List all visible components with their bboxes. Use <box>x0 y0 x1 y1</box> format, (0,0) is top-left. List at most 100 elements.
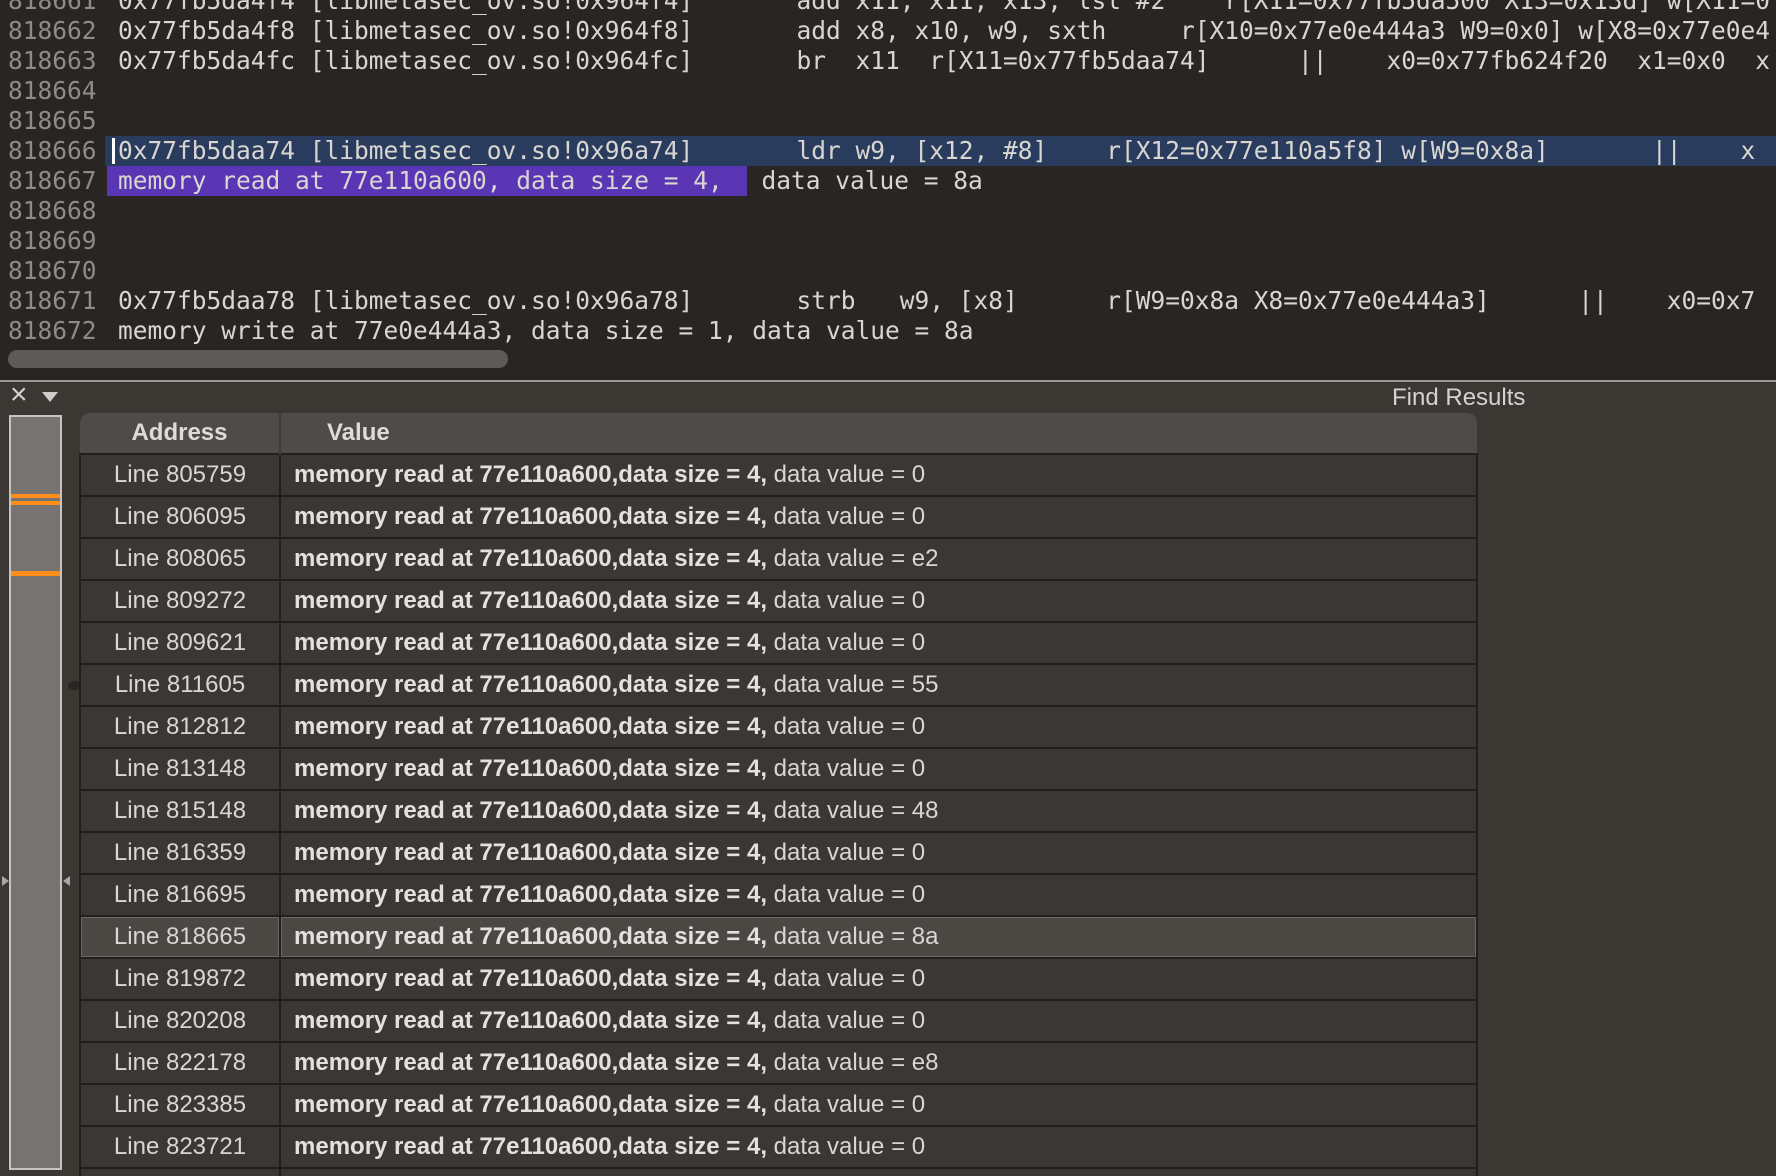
cell-value[interactable]: memory read at 77e110a600,data size = 4,… <box>280 622 1477 664</box>
cell-value[interactable]: memory read at 77e110a600,data size = 4,… <box>280 538 1477 580</box>
cell-address[interactable]: Line 805759 <box>80 454 280 496</box>
table-row[interactable]: Line 809621memory read at 77e110a600,dat… <box>80 622 1477 664</box>
line-code: 0x77fb5daa78 [libmetasec_ov.so!0x96a78] … <box>105 286 1776 316</box>
line-code: 0x77fb5da4f8 [libmetasec_ov.so!0x964f8] … <box>105 16 1776 46</box>
close-icon[interactable]: × <box>10 377 28 413</box>
cell-address[interactable]: Line 808065 <box>80 538 280 580</box>
cell-address[interactable]: Line 809621 <box>80 622 280 664</box>
line-number: 818670 <box>0 256 105 286</box>
trace-line[interactable]: 818664 <box>0 76 1776 106</box>
table-row[interactable]: Line 820208memory read at 77e110a600,dat… <box>80 1000 1477 1042</box>
value-bold-text: memory read at 77e110a600,data size = 4, <box>294 587 767 614</box>
table-row[interactable]: Line 811605memory read at 77e110a600,dat… <box>80 664 1477 706</box>
column-header-value[interactable]: Value <box>280 413 1477 454</box>
table-row[interactable]: Line 809272memory read at 77e110a600,dat… <box>80 580 1477 622</box>
value-bold-text: memory read at 77e110a600,data size = 4, <box>294 503 767 530</box>
line-code <box>105 106 1776 136</box>
hit-marker-current-top <box>11 494 60 498</box>
table-row[interactable]: Line 823385memory read at 77e110a600,dat… <box>80 1084 1477 1126</box>
line-code <box>105 256 1776 286</box>
cell-value[interactable]: memory read at 77e110a600,data size = 4,… <box>280 916 1477 958</box>
table-row[interactable]: Line 813148memory read at 77e110a600,dat… <box>80 748 1477 790</box>
line-code <box>105 226 1776 256</box>
cell-address[interactable]: Line 823721 <box>80 1126 280 1168</box>
trace-line[interactable]: 8186620x77fb5da4f8 [libmetasec_ov.so!0x9… <box>0 16 1776 46</box>
cell-value[interactable]: memory read at 77e110a600,data size = 4,… <box>280 874 1477 916</box>
trace-line[interactable]: 8186610x77fb5da4f4 [libmetasec_ov.so!0x9… <box>0 0 1776 16</box>
hit-marker-current-bottom <box>11 501 60 505</box>
table-row[interactable]: Line 816695memory read at 77e110a600,dat… <box>80 874 1477 916</box>
value-bold-text: memory read at 77e110a600,data size = 4, <box>294 629 767 656</box>
cell-value[interactable]: memory read at 77e110a600,data size = 4,… <box>280 664 1477 706</box>
cell-address[interactable]: Line 819872 <box>80 958 280 1000</box>
line-code <box>105 76 1776 106</box>
column-header-address[interactable]: Address <box>80 413 280 454</box>
table-row[interactable]: Line 812812memory read at 77e110a600,dat… <box>80 706 1477 748</box>
trace-line[interactable]: 818665 <box>0 106 1776 136</box>
cell-value[interactable]: memory read at 77e110a600,data size = 4,… <box>280 1000 1477 1042</box>
trace-line[interactable]: 8186660x77fb5daa74 [libmetasec_ov.so!0x9… <box>0 136 1776 166</box>
cell-address[interactable]: Line 813148 <box>80 748 280 790</box>
value-bold-text: memory read at 77e110a600,data size = 4, <box>294 797 767 824</box>
cell-address[interactable]: Line 806095 <box>80 496 280 538</box>
table-row[interactable]: Line 816359memory read at 77e110a600,dat… <box>80 832 1477 874</box>
table-row[interactable]: Line 806095memory read at 77e110a600,dat… <box>80 496 1477 538</box>
line-number: 818668 <box>0 196 105 226</box>
cell-address[interactable]: Line 823385 <box>80 1084 280 1126</box>
cell-value[interactable]: memory read at 77e110a600,data size = 4,… <box>280 454 1477 496</box>
cell-address[interactable]: Line 816695 <box>80 874 280 916</box>
cell-value[interactable]: memory read at 77e110a600,data size = 4,… <box>280 1126 1477 1168</box>
trace-pane[interactable]: 8186610x77fb5da4f4 [libmetasec_ov.so!0x9… <box>0 0 1776 382</box>
value-bold-text: memory read at 77e110a600,data size = 4, <box>294 965 767 992</box>
cell-value[interactable]: memory read at 77e110a600,data size = 4,… <box>280 790 1477 832</box>
table-row[interactable]: Line 825691memory read at 77e110a600,dat… <box>80 1168 1477 1176</box>
table-row[interactable]: Line 815148memory read at 77e110a600,dat… <box>80 790 1477 832</box>
cell-address[interactable]: Line 825691 <box>80 1168 280 1176</box>
results-minimap[interactable] <box>9 415 62 1170</box>
cell-value[interactable]: memory read at 77e110a600,data size = 4,… <box>280 1042 1477 1084</box>
cell-address[interactable]: Line 818665 <box>80 916 280 958</box>
cell-address[interactable]: Line 815148 <box>80 790 280 832</box>
value-bold-text: memory read at 77e110a600,data size = 4, <box>294 923 767 950</box>
trace-line[interactable]: 818670 <box>0 256 1776 286</box>
cell-value[interactable]: memory read at 77e110a600,data size = 4,… <box>280 958 1477 1000</box>
cell-value[interactable]: memory read at 77e110a600,data size = 4,… <box>280 706 1477 748</box>
line-code: 0x77fb5da4f4 [libmetasec_ov.so!0x964f4] … <box>105 0 1776 16</box>
cell-value[interactable]: memory read at 77e110a600,data size = 4,… <box>280 496 1477 538</box>
cell-address[interactable]: Line 822178 <box>80 1042 280 1084</box>
cell-value[interactable]: memory read at 77e110a600,data size = 4,… <box>280 1084 1477 1126</box>
cell-value[interactable]: memory read at 77e110a600,data size = 4,… <box>280 580 1477 622</box>
trace-line[interactable]: 818667memory read at 77e110a600, data si… <box>0 166 1776 196</box>
trace-line[interactable]: 818668 <box>0 196 1776 226</box>
table-row[interactable]: Line 808065memory read at 77e110a600,dat… <box>80 538 1477 580</box>
cell-value[interactable]: memory read at 77e110a600,data size = 4,… <box>280 748 1477 790</box>
cell-address[interactable]: Line 820208 <box>80 1000 280 1042</box>
line-number: 818667 <box>0 166 105 196</box>
panel-title: Find Results <box>1392 384 1525 412</box>
trace-line[interactable]: 818669 <box>0 226 1776 256</box>
table-row[interactable]: Line 822178memory read at 77e110a600,dat… <box>80 1042 1477 1084</box>
trace-line[interactable]: 8186710x77fb5daa78 [libmetasec_ov.so!0x9… <box>0 286 1776 316</box>
cell-address[interactable]: Line 812812 <box>80 706 280 748</box>
table-header-row: Address Value <box>80 413 1477 454</box>
trace-line[interactable]: 818672memory write at 77e0e444a3, data s… <box>0 316 1776 344</box>
cell-address[interactable]: Line 816359 <box>80 832 280 874</box>
horizontal-scrollbar-thumb[interactable] <box>8 350 508 368</box>
table-row[interactable]: Line 823721memory read at 77e110a600,dat… <box>80 1126 1477 1168</box>
table-row[interactable]: Line 818665memory read at 77e110a600,dat… <box>80 916 1477 958</box>
cell-value[interactable]: memory read at 77e110a600,data size = 4,… <box>280 1168 1477 1176</box>
line-number: 818672 <box>0 316 105 344</box>
cell-address[interactable]: Line 809272 <box>80 580 280 622</box>
table-row[interactable]: Line 805759memory read at 77e110a600,dat… <box>80 454 1477 496</box>
trace-line[interactable]: 8186630x77fb5da4fc [libmetasec_ov.so!0x9… <box>0 46 1776 76</box>
chevron-down-icon[interactable] <box>42 392 58 402</box>
debugger-window: 8186610x77fb5da4f4 [libmetasec_ov.so!0x9… <box>0 0 1776 1176</box>
marker-arrow-right-icon <box>63 876 70 886</box>
line-code: 0x77fb5daa74 [libmetasec_ov.so!0x96a74] … <box>105 136 1776 166</box>
line-number: 818663 <box>0 46 105 76</box>
cell-address[interactable]: Line 811605 <box>80 664 280 706</box>
value-bold-text: memory read at 77e110a600,data size = 4, <box>294 1091 767 1118</box>
table-row[interactable]: Line 819872memory read at 77e110a600,dat… <box>80 958 1477 1000</box>
line-number: 818666 <box>0 136 105 166</box>
cell-value[interactable]: memory read at 77e110a600,data size = 4,… <box>280 832 1477 874</box>
